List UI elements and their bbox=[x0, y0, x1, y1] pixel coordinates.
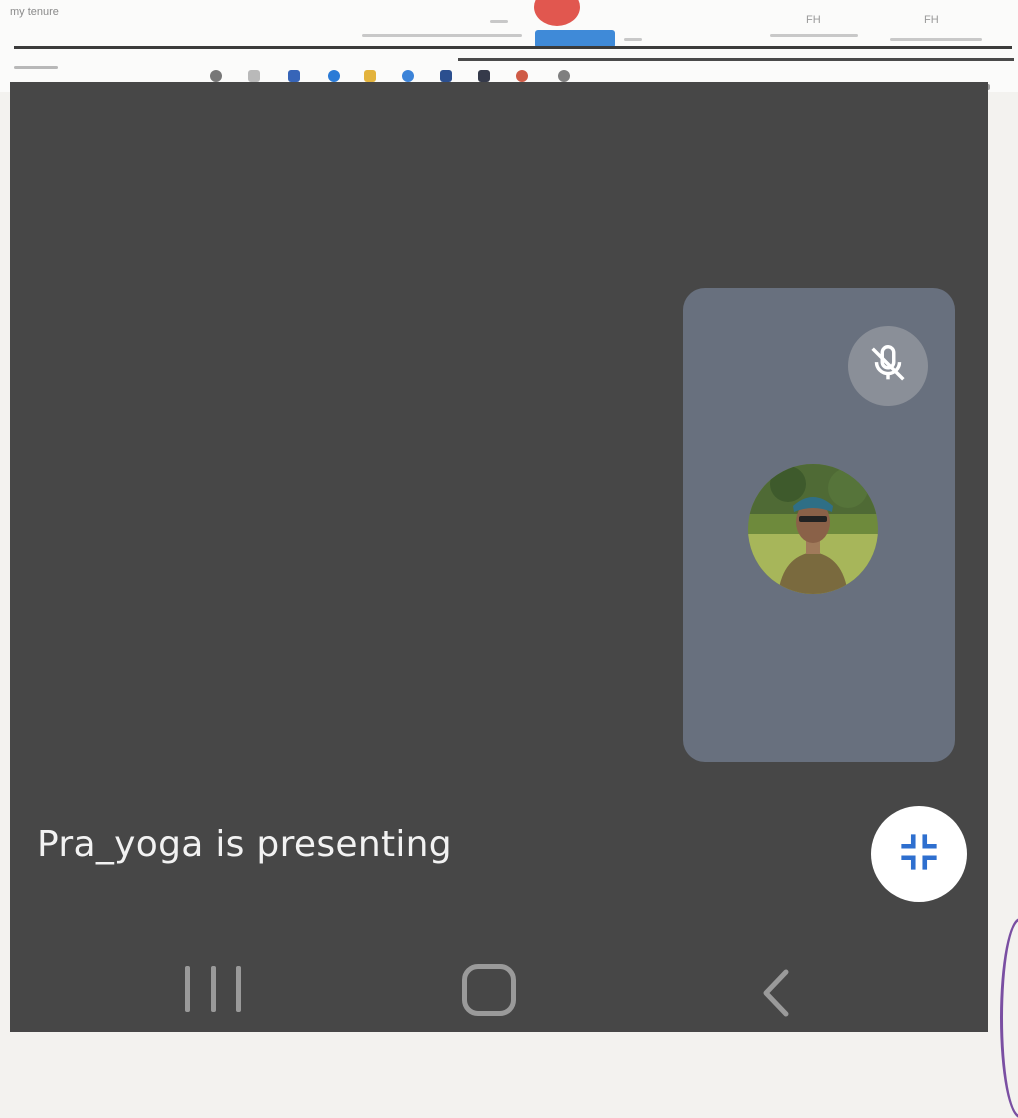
shared-screen-header: my tenure FH FH bbox=[0, 0, 1018, 92]
divider bbox=[458, 58, 1014, 61]
back-button[interactable] bbox=[756, 968, 796, 1018]
exit-fullscreen-icon bbox=[896, 829, 942, 879]
stamp-seal bbox=[1000, 918, 1018, 1118]
shared-screen-label: FH bbox=[924, 14, 939, 26]
avatar bbox=[748, 464, 878, 594]
android-nav-bar bbox=[10, 932, 988, 1032]
presenting-label: Pra_yoga is presenting bbox=[37, 824, 452, 865]
blurred-text bbox=[770, 34, 858, 37]
taskbar-app-icon bbox=[210, 70, 222, 82]
taskbar-app-icon bbox=[516, 70, 528, 82]
taskbar-app-icon bbox=[558, 70, 570, 82]
back-icon bbox=[763, 969, 789, 1017]
home-button[interactable] bbox=[462, 964, 516, 1016]
recent-apps-button[interactable] bbox=[185, 966, 241, 1012]
recent-apps-icon bbox=[185, 966, 190, 1012]
shared-screen-title: my tenure bbox=[10, 6, 59, 18]
recent-apps-icon bbox=[236, 966, 241, 1012]
taskbar-app-icon bbox=[248, 70, 260, 82]
taskbar-app-icon bbox=[328, 70, 340, 82]
divider bbox=[14, 46, 1012, 49]
record-indicator bbox=[534, 0, 580, 26]
blurred-text bbox=[362, 34, 522, 37]
blurred-text bbox=[490, 20, 508, 23]
muted-indicator bbox=[848, 326, 928, 406]
blurred-text bbox=[890, 38, 982, 41]
recent-apps-icon bbox=[210, 966, 216, 1012]
taskbar-app-icon bbox=[478, 70, 490, 82]
taskbar-app-icon bbox=[440, 70, 452, 82]
call-stage: Pra_yoga is presenting bbox=[10, 82, 988, 1032]
shared-screen-label: FH bbox=[806, 14, 821, 26]
mic-off-icon bbox=[865, 341, 911, 391]
blurred-text bbox=[624, 38, 642, 41]
taskbar-app-icon bbox=[288, 70, 300, 82]
taskbar-app-icon bbox=[402, 70, 414, 82]
taskbar-app-icon bbox=[364, 70, 376, 82]
exit-fullscreen-button[interactable] bbox=[871, 806, 967, 902]
